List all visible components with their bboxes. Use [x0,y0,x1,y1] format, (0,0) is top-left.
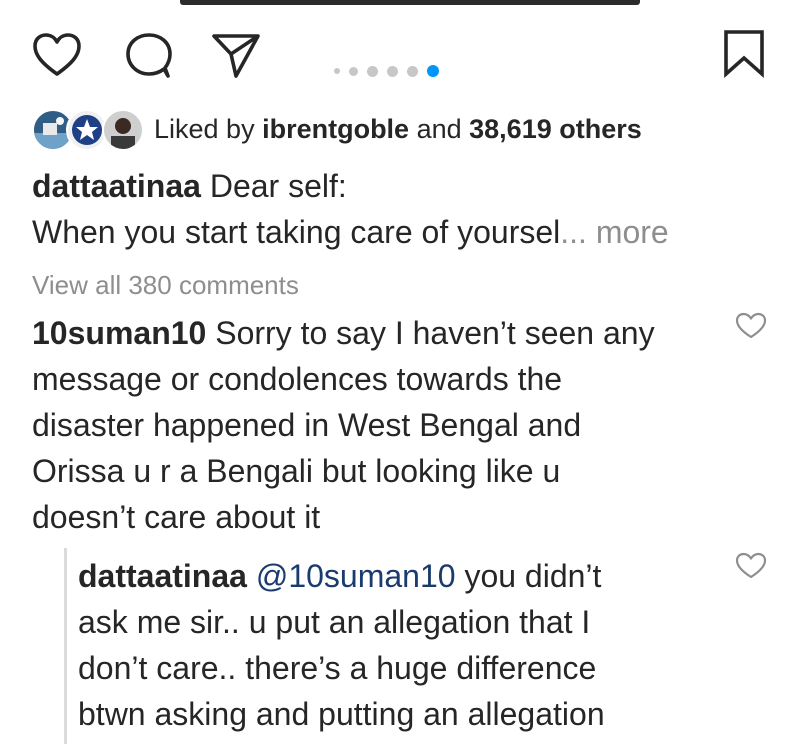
reply-mention[interactable]: @10suman10 [256,558,456,594]
liker-username[interactable]: ibrentgoble [262,114,409,144]
top-divider [180,0,640,5]
likes-count[interactable]: 38,619 others [469,114,642,144]
likes-prefix: Liked by [154,113,263,144]
caption-line-1: dattaatinaa Dear self: [32,163,347,209]
caption-text: When you start taking care of yoursel [32,214,561,250]
caption-line-2: When you start taking care of yoursel...… [32,209,669,255]
reply-text: you didn’t [455,558,602,594]
reply-like-heart-icon[interactable] [735,552,767,585]
comment-line: disaster happened in West Bengal and [32,407,582,443]
likes-joiner: and [409,113,470,144]
carousel-dot [407,65,418,77]
comment-like-heart-icon[interactable] [735,312,767,345]
likes-text: Liked by ibrentgoble and 38,619 others [154,114,642,145]
carousel-dot [334,68,340,74]
liker-avatars[interactable] [32,108,144,151]
carousel-dot [367,65,378,77]
comment-text: Sorry to say I haven’t seen any [206,315,655,351]
share-icon[interactable] [210,30,262,80]
reply-line: don’t care.. there’s a huge difference [78,650,597,686]
action-bar [0,22,800,92]
reply-line: ask me sir.. u put an allegation that I [78,604,591,640]
comment-line: doesn’t care about it [32,499,321,535]
reply-line: btwn asking and putting an allegation [78,696,605,732]
comment-icon[interactable] [124,31,174,79]
carousel-dot [349,66,358,76]
reply-line: dattaatinaa @10suman10 you didn’t [78,553,601,599]
heart-icon[interactable] [32,32,82,78]
carousel-dot-active [427,65,439,77]
carousel-indicator [334,64,439,78]
view-all-comments-link[interactable]: View all 380 comments [32,262,299,308]
reply-thread-line [64,548,67,744]
caption-text: Dear self: [200,168,347,204]
carousel-dot [387,65,398,77]
comment-username[interactable]: 10suman10 [32,315,206,351]
avatar [102,109,144,151]
reply-username[interactable]: dattaatinaa [78,558,247,594]
comment-line: message or condolences towards the [32,361,563,397]
caption-more-link[interactable]: ... more [560,214,668,250]
likes-row: Liked by ibrentgoble and 38,619 others [32,108,642,151]
caption-username[interactable]: dattaatinaa [32,168,201,204]
comment-line: 10suman10 Sorry to say I haven’t seen an… [32,310,655,356]
comment-line: Orissa u r a Bengali but looking like u [32,453,561,489]
bookmark-icon[interactable] [720,28,768,78]
